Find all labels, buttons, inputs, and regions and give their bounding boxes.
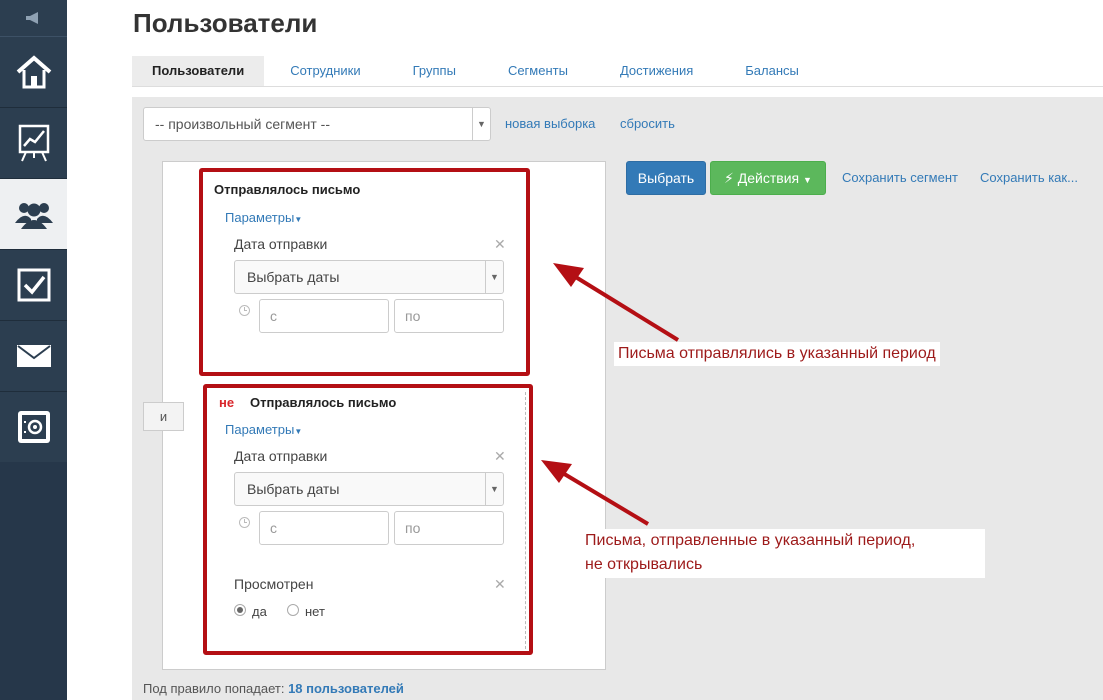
annotation-note-2: Письма, отправленные в указанный период,… <box>581 529 985 578</box>
annotation-note-2-line1: Письма, отправленные в указанный период, <box>585 532 916 549</box>
arrow-head-1 <box>553 263 584 287</box>
rule-result-count-link[interactable]: 18 пользователей <box>288 681 404 696</box>
annotation-note-1: Письма отправлялись в указанный период <box>614 342 940 366</box>
arrow-head-2 <box>541 460 572 483</box>
arrow-line-2 <box>559 470 650 526</box>
rule-result-prefix: Под правило попадает: <box>143 681 285 696</box>
rule-result-summary: Под правило попадает: 18 пользователей <box>143 681 404 696</box>
annotation-note-2-line2: не открывались <box>585 556 703 573</box>
arrow-line-1 <box>572 274 680 342</box>
